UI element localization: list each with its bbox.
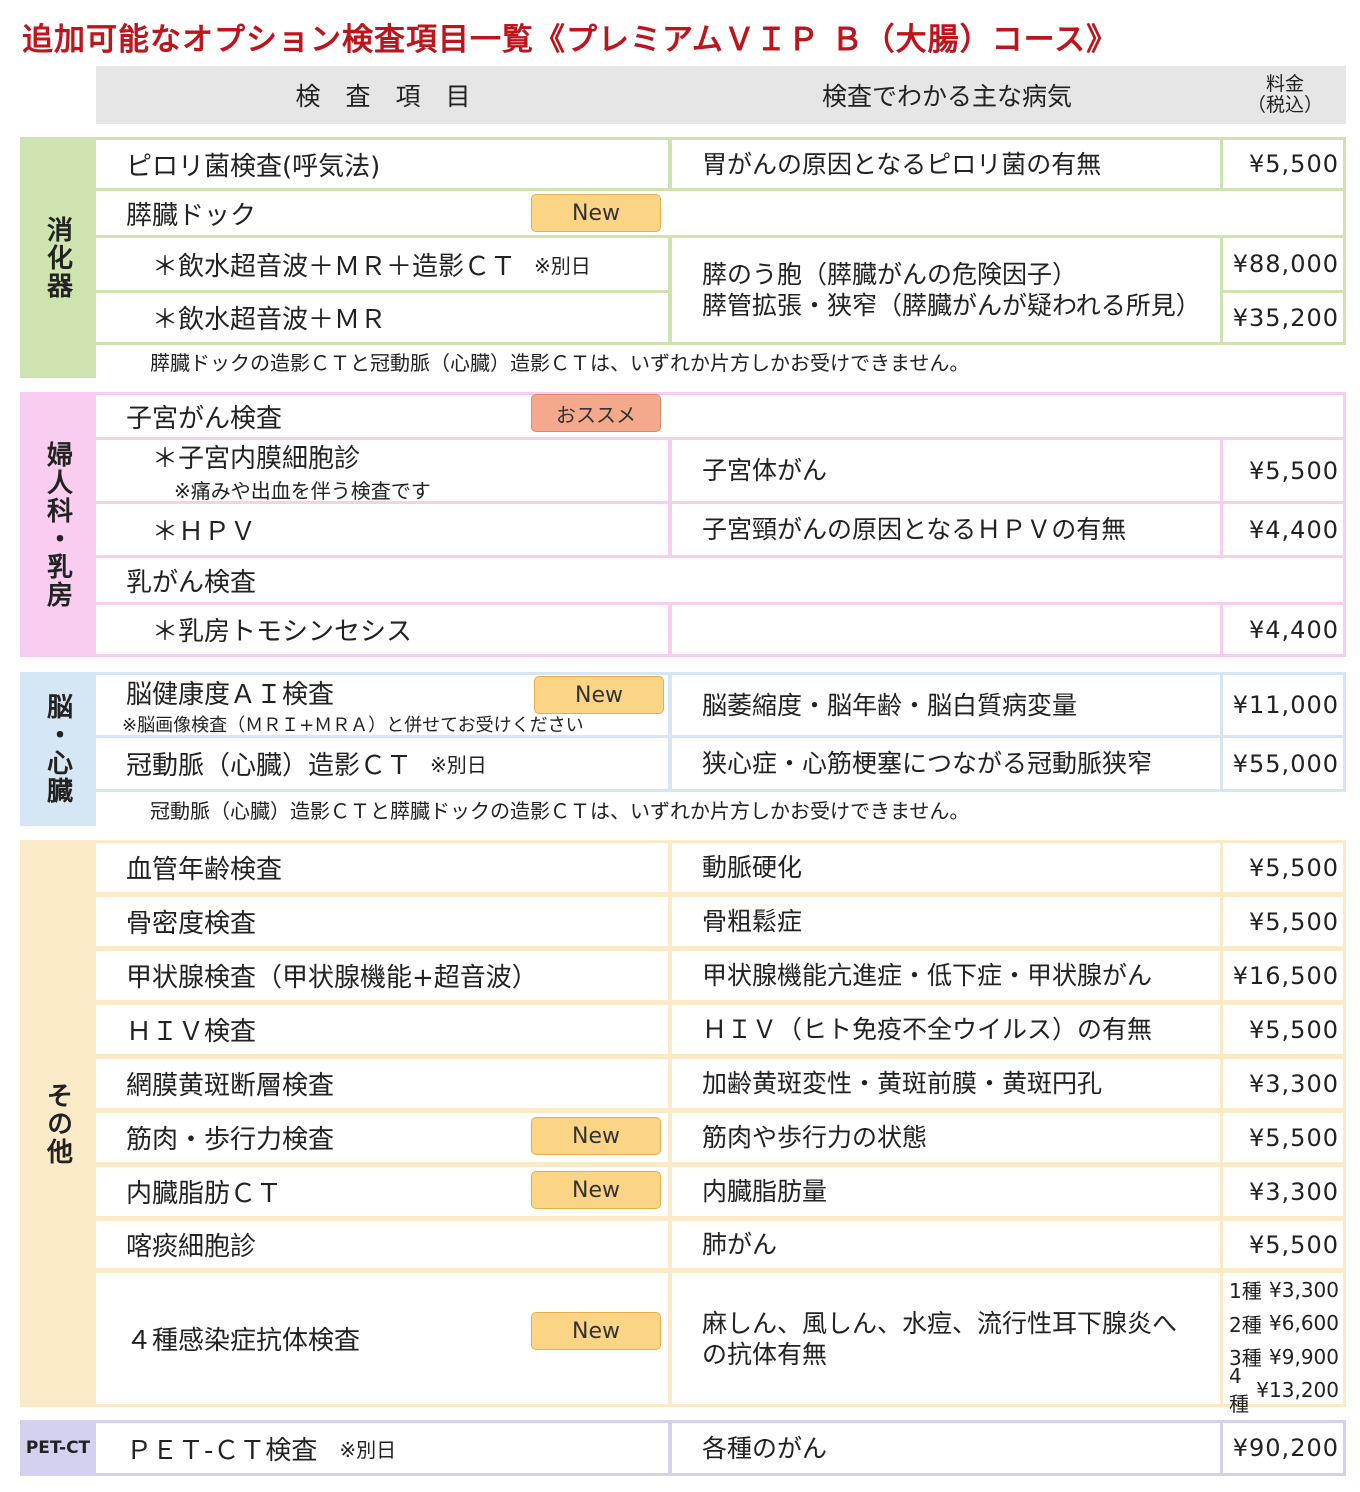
other-row-fee: ¥5,500 (1223, 1113, 1343, 1162)
other-row-fee: ¥16,500 (1223, 951, 1343, 1000)
pancreas-a-label: ＊飲水超音波＋ＭＲ＋造影ＣＴ (152, 251, 517, 282)
coronary-disease: 狭心症・心筋梗塞につながる冠動脈狭窄 (672, 738, 1220, 789)
other-row-item: 喀痰細胞診 (96, 1221, 668, 1268)
pet-tag: ※別日 (339, 1437, 397, 1462)
pet-disease: 各種のがん (672, 1423, 1220, 1473)
other-row-item: 骨密度検査 (96, 897, 668, 946)
pancreas-b-item: ＊飲水超音波＋ＭＲ (96, 293, 668, 342)
ai-label: 脳健康度ＡＩ検査 (126, 679, 335, 710)
other-row-item: ＨＩＶ検査 (96, 1005, 668, 1054)
tomo-fee: ¥4,400 (1223, 605, 1343, 654)
coronary-label: 冠動脈（心臓）造影ＣＴ (126, 751, 413, 781)
pancreas-a-item: ＊飲水超音波＋ＭＲ＋造影ＣＴ ※別日 (96, 238, 668, 290)
breast-item: 乳がん検査 (96, 558, 1343, 602)
fee-count: 1種 (1229, 1279, 1262, 1304)
other-row-item: 網膜黄斑断層検査 (96, 1059, 668, 1108)
category-other: その他 (20, 840, 96, 1407)
pancreas-disease-2: 膵管拡張・狭窄（膵臓がんが疑われる所見） (702, 291, 1201, 320)
page-title: 追加可能なオプション検査項目一覧《プレミアムＶＩＰ Ｂ（大腸）コース》 (22, 22, 1119, 58)
header-disease: 検査でわかる主な病気 (821, 82, 1072, 111)
infection-fee-row: 4種 ¥13,200 (1223, 1364, 1343, 1416)
hpv-fee: ¥4,400 (1223, 504, 1343, 555)
new-badge: New (531, 194, 661, 232)
recommend-badge: おススメ (531, 394, 661, 432)
coronary-fee: ¥55,000 (1223, 738, 1343, 789)
other-row-item: 甲状腺検査（甲状腺機能+超音波） (96, 951, 668, 1000)
other-row-disease: 甲状腺機能亢進症・低下症・甲状腺がん (672, 951, 1220, 1000)
other-row-disease: 骨粗鬆症 (672, 897, 1220, 946)
fee-value: ¥6,600 (1269, 1311, 1339, 1336)
infection-fee-row: 1種 ¥3,300 (1223, 1273, 1343, 1307)
endometrium-label: ＊子宮内膜細胞診 (152, 443, 361, 474)
coronary-tag: ※別日 (430, 753, 487, 777)
coronary-item: 冠動脈（心臓）造影ＣＴ ※別日 (96, 738, 668, 789)
tomo-item: ＊乳房トモシンセシス (96, 605, 668, 654)
pancreas-disease-1: 膵のう胞（膵臓がんの危険因子） (702, 260, 1078, 289)
other-row-disease: 動脈硬化 (672, 843, 1220, 892)
infection-disease: 麻しん、風しん、水痘、流行性耳下腺炎への抗体有無 (672, 1273, 1220, 1404)
other-row-fee: ¥5,500 (1223, 897, 1343, 946)
pancreas-a-tag: ※別日 (534, 253, 591, 278)
header-fee-line1: 料金 (1265, 73, 1304, 95)
new-badge: New (534, 676, 664, 714)
pylori-disease: 胃がんの原因となるピロリ菌の有無 (672, 140, 1220, 188)
header-item: 検 査 項 目 (295, 82, 471, 111)
new-badge: New (531, 1312, 661, 1350)
other-row-disease: 肺がん (672, 1221, 1220, 1268)
fee-value: ¥13,200 (1256, 1378, 1339, 1403)
header-fee: 料金 （税込） (1224, 66, 1346, 124)
other-row-item: 血管年齢検査 (96, 843, 668, 892)
digestive-note: 膵臓ドックの造影ＣＴと冠動脈（心臓）造影ＣＴは、いずれか片方しかお受けできません… (96, 345, 1346, 378)
uterus-item: 子宮がん検査 (96, 395, 1343, 437)
pet-item: ＰＥＴ-ＣＴ検査 ※別日 (96, 1423, 668, 1473)
hpv-disease: 子宮頸がんの原因となるＨＰＶの有無 (672, 504, 1220, 555)
pylori-fee: ¥5,500 (1223, 140, 1343, 188)
other-row-disease: 筋肉や歩行力の状態 (672, 1113, 1220, 1162)
other-row-fee: ¥5,500 (1223, 1221, 1343, 1268)
ai-disease: 脳萎縮度・脳年齢・脳白質病変量 (672, 675, 1220, 735)
pancreas-item: 膵臓ドック (96, 191, 1343, 235)
infection-fee-list: 1種 ¥3,300 2種 ¥6,600 3種 ¥9,900 4種 ¥13,200 (1223, 1273, 1343, 1416)
fee-value: ¥3,300 (1269, 1277, 1339, 1302)
pet-fee: ¥90,200 (1223, 1423, 1343, 1473)
hpv-item: ＊ＨＰＶ (96, 504, 668, 555)
category-pet: PET-CT (20, 1420, 96, 1476)
brain-note: 冠動脈（心臓）造影ＣＴと膵臓ドックの造影ＣＴは、いずれか片方しかお受けできません… (96, 792, 1346, 826)
pancreas-b-fee: ¥35,200 (1223, 293, 1343, 342)
category-gyn: 婦人科・乳房 (20, 392, 96, 657)
other-row-fee: ¥3,300 (1223, 1167, 1343, 1216)
other-row-disease: 内臓脂肪量 (672, 1167, 1220, 1216)
new-badge: New (531, 1171, 661, 1209)
endometrium-sub: ※痛みや出血を伴う検査です (174, 478, 431, 503)
pet-label: ＰＥＴ-ＣＴ検査 (126, 1435, 318, 1466)
other-row-fee: ¥5,500 (1223, 843, 1343, 892)
pylori-item: ピロリ菌検査(呼気法) (96, 140, 668, 188)
other-row-fee: ¥3,300 (1223, 1059, 1343, 1108)
other-row-disease: 加齢黄斑変性・黄斑前膜・黄斑円孔 (672, 1059, 1220, 1108)
category-digestive: 消化器 (20, 137, 96, 378)
endometrium-item: ＊子宮内膜細胞診 ※痛みや出血を伴う検査です (96, 440, 668, 503)
pancreas-disease: 膵のう胞（膵臓がんの危険因子） 膵管拡張・狭窄（膵臓がんが疑われる所見） (672, 238, 1220, 342)
ai-fee: ¥11,000 (1223, 675, 1343, 735)
tomo-disease (672, 605, 1220, 654)
pancreas-a-fee: ¥88,000 (1223, 238, 1343, 290)
category-brain: 脳・心臓 (20, 672, 96, 826)
fee-count: 2種 (1229, 1312, 1262, 1337)
infection-fee-row: 2種 ¥6,600 (1223, 1307, 1343, 1341)
fee-count: 4種 (1229, 1363, 1249, 1416)
other-row-disease: ＨＩＶ（ヒト免疫不全ウイルス）の有無 (672, 1005, 1220, 1054)
endometrium-disease: 子宮体がん (672, 440, 1220, 501)
header-fee-line2: （税込） (1246, 94, 1323, 116)
new-badge: New (531, 1117, 661, 1155)
other-row-fee: ¥5,500 (1223, 1005, 1343, 1054)
fee-value: ¥9,900 (1269, 1344, 1339, 1369)
ai-sub: ※脳画像検査（ＭＲＩ+ＭＲＡ）と併せてお受けください (122, 714, 584, 736)
table-header: 検 査 項 目 検査でわかる主な病気 料金 （税込） (96, 66, 1346, 124)
endometrium-fee: ¥5,500 (1223, 440, 1343, 501)
